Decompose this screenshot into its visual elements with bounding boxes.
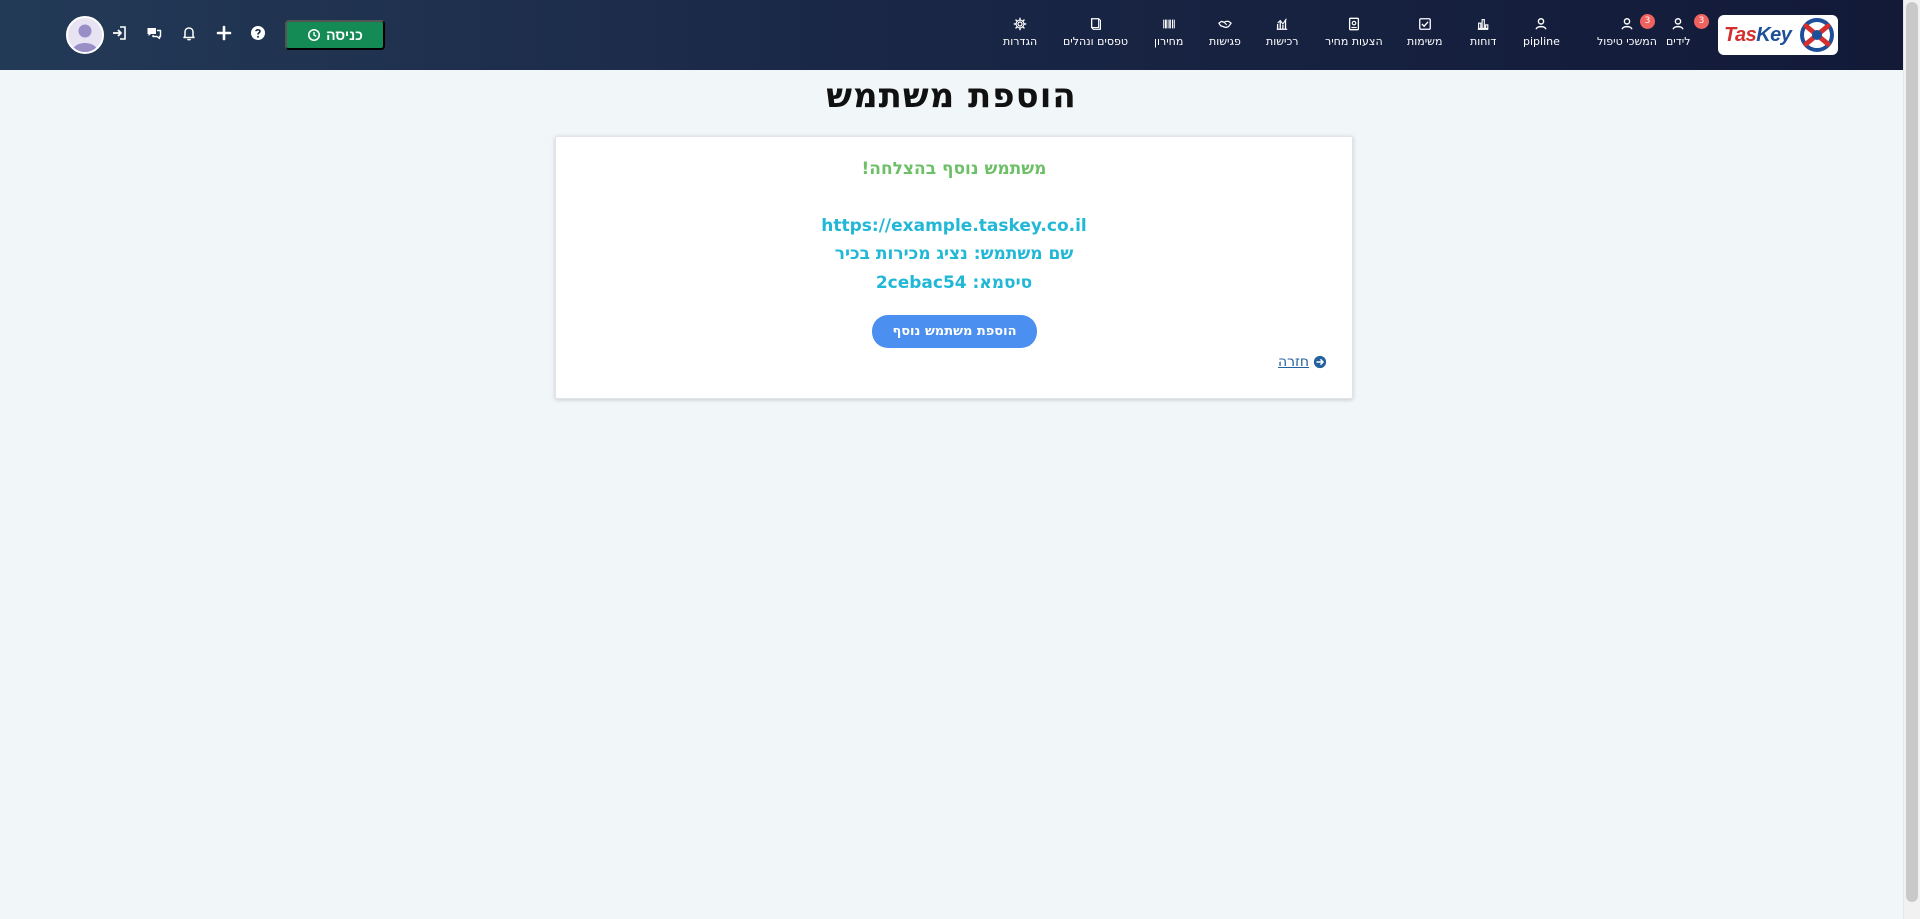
nav-item-forms[interactable]: טפסים ונהלים [1063, 17, 1128, 57]
bar-chart-icon [1477, 19, 1489, 30]
nav-item-pipline[interactable]: pipline [1523, 17, 1560, 57]
nav-label: טפסים ונהלים [1063, 35, 1128, 48]
help-icon[interactable] [249, 24, 267, 42]
nav-label: pipline [1523, 35, 1560, 48]
scrollbar-thumb[interactable] [1906, 2, 1918, 902]
checkin-button[interactable]: כניסה [285, 20, 385, 50]
barcode-icon [1162, 19, 1175, 29]
taskey-logo[interactable]: TasKey [1718, 15, 1838, 55]
handshake-icon [1218, 20, 1232, 29]
nav-label: דוחות [1470, 35, 1497, 48]
plus-icon[interactable] [215, 24, 233, 42]
back-label: חזרה [1278, 354, 1310, 370]
nav-label: משימות [1407, 35, 1443, 48]
clock-icon [308, 28, 321, 42]
gear-icon [1013, 17, 1027, 31]
arrow-circle-right-icon [1313, 355, 1327, 369]
document-icon [1348, 17, 1359, 31]
login-icon[interactable] [110, 24, 128, 42]
followups-badge: 3 [1640, 14, 1655, 29]
success-message: משתמש נוסף בהצלחה! [861, 159, 1047, 179]
chat-icon[interactable] [145, 24, 163, 42]
site-url: https://example.taskey.co.il [821, 216, 1087, 236]
logo-wordmark: TasKey [1724, 23, 1792, 46]
nav-item-quotes[interactable]: הצעות מחיר [1325, 17, 1383, 57]
book-icon [1090, 18, 1101, 30]
checkbox-icon [1418, 18, 1431, 30]
nav-item-reports[interactable]: דוחות [1470, 17, 1496, 57]
app-root: TasKey 3 לידים 3 המשכי טיפול pipline דוח… [0, 0, 1920, 919]
user-icon [1621, 18, 1633, 30]
add-another-user-button[interactable]: הוספת משתמש נוסף [872, 315, 1037, 348]
chart-icon [1277, 18, 1288, 30]
user-avatar[interactable] [66, 16, 104, 54]
page-title: הוספת משתמש [826, 76, 1077, 116]
password-line: סיסמא: 2cebac54 [875, 273, 1033, 293]
user-icon [1672, 18, 1684, 30]
nav-label: לידים [1666, 35, 1691, 48]
bell-icon[interactable] [180, 24, 198, 42]
top-navbar: TasKey 3 לידים 3 המשכי טיפול pipline דוח… [0, 0, 1903, 70]
nav-item-leads[interactable]: 3 לידים [1666, 14, 1709, 57]
user-icon [1535, 18, 1547, 30]
avatar-placeholder-icon [68, 18, 102, 52]
nav-label: הצעות מחיר [1325, 35, 1383, 48]
nav-label: רכישות [1266, 35, 1299, 48]
nav-item-settings[interactable]: הגדרות [1003, 17, 1037, 57]
nav-item-pricelist[interactable]: מחירון [1154, 17, 1183, 57]
nav-label: המשכי טיפול [1597, 35, 1657, 48]
result-card: משתמש נוסף בהצלחה! https://example.taske… [555, 136, 1353, 399]
nav-item-followups[interactable]: 3 המשכי טיפול [1597, 14, 1657, 57]
back-link[interactable]: חזרה [1278, 354, 1327, 370]
logo-mark-icon [1800, 18, 1834, 52]
nav-label: הגדרות [1003, 35, 1038, 48]
nav-item-tasks[interactable]: משימות [1407, 17, 1442, 57]
leads-badge: 3 [1694, 14, 1709, 29]
page-scrollbar[interactable] [1903, 0, 1920, 919]
nav-item-meetings[interactable]: פגישות [1209, 17, 1241, 57]
nav-label: מחירון [1154, 35, 1184, 48]
nav-item-purchases[interactable]: רכישות [1266, 17, 1299, 57]
username-line: שם משתמש: נציג מכירות בכיר [834, 244, 1074, 264]
checkin-label: כניסה [326, 27, 363, 43]
nav-label: פגישות [1209, 35, 1241, 48]
